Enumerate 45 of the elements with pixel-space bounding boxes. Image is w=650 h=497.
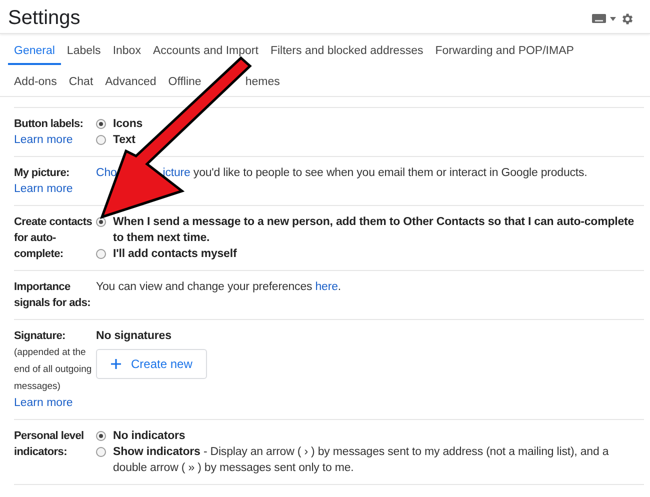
- page-title: Settings: [8, 7, 80, 30]
- signature-status: No signatures: [96, 329, 172, 344]
- choose-picture-link[interactable]: icture: [162, 167, 190, 179]
- setting-label: My picture:: [14, 166, 70, 181]
- settings-tab[interactable]: Accounts and Import: [146, 44, 264, 58]
- settings-tab[interactable]: Inbox: [106, 44, 147, 58]
- settings-tab[interactable]: Add-ons: [8, 75, 63, 89]
- settings-tab[interactable]: Forwarding and POP/IMAP: [429, 44, 580, 58]
- learn-more-link[interactable]: Learn more: [14, 395, 96, 411]
- settings-tab[interactable]: Labels: [60, 44, 107, 58]
- option-label: Show indicators - Display an arrow ( › ) by messages sent to my address (not a mailing list), and a double arrow ( » ) by messages sent only to me.: [113, 445, 610, 476]
- settings-tab[interactable]: General: [8, 44, 61, 65]
- option-label: Icons: [113, 117, 143, 132]
- choose-picture-link[interactable]: Cho: [96, 167, 117, 179]
- option-label: I'll add contacts myself: [113, 247, 237, 262]
- setting-label: Personal level indicators:: [14, 429, 85, 460]
- radio-button[interactable]: [96, 447, 106, 457]
- learn-more-link[interactable]: Learn more: [14, 132, 96, 148]
- learn-more-link[interactable]: Learn more: [14, 181, 96, 197]
- caret-icon[interactable]: [610, 16, 616, 20]
- setting-label: Importance signals for ads:: [14, 280, 92, 311]
- settings-tab[interactable]: Advanced: [99, 75, 162, 89]
- radio-button[interactable]: [96, 119, 106, 129]
- here-link[interactable]: here: [315, 281, 338, 293]
- setting-label: Button labels:: [14, 117, 84, 132]
- option-label: Text: [113, 133, 136, 148]
- settings-tab[interactable]: Filters and blocked addresses: [264, 44, 430, 58]
- radio-button[interactable]: [96, 217, 106, 227]
- picture-description: Cho icture you'd like to people to see when you email them or interact in Google products.: [96, 166, 588, 181]
- settings-tab[interactable]: Chat: [62, 75, 100, 89]
- plus-icon: [111, 359, 121, 369]
- option-label: No indicators: [113, 429, 186, 444]
- settings-tab[interactable]: Offline: [162, 75, 208, 89]
- settings-icon[interactable]: [620, 12, 634, 26]
- setting-label: Signature:: [14, 329, 66, 344]
- option-label: When I send a message to a new person, add them to Other Contacts so that I can auto-complete to them next time.: [113, 215, 636, 246]
- radio-button[interactable]: [96, 135, 106, 145]
- create-new-button[interactable]: Create new: [96, 349, 208, 379]
- radio-button[interactable]: [96, 249, 106, 259]
- radio-button[interactable]: [96, 431, 106, 441]
- setting-note: (appended at the end of all outgoing messages): [14, 346, 93, 394]
- setting-label: Create contacts for auto-complete:: [14, 215, 94, 262]
- preferences-text: You can view and change your preferences here.: [96, 280, 341, 295]
- settings-tab[interactable]: hemes: [239, 75, 286, 89]
- keyboard-icon[interactable]: [592, 14, 606, 23]
